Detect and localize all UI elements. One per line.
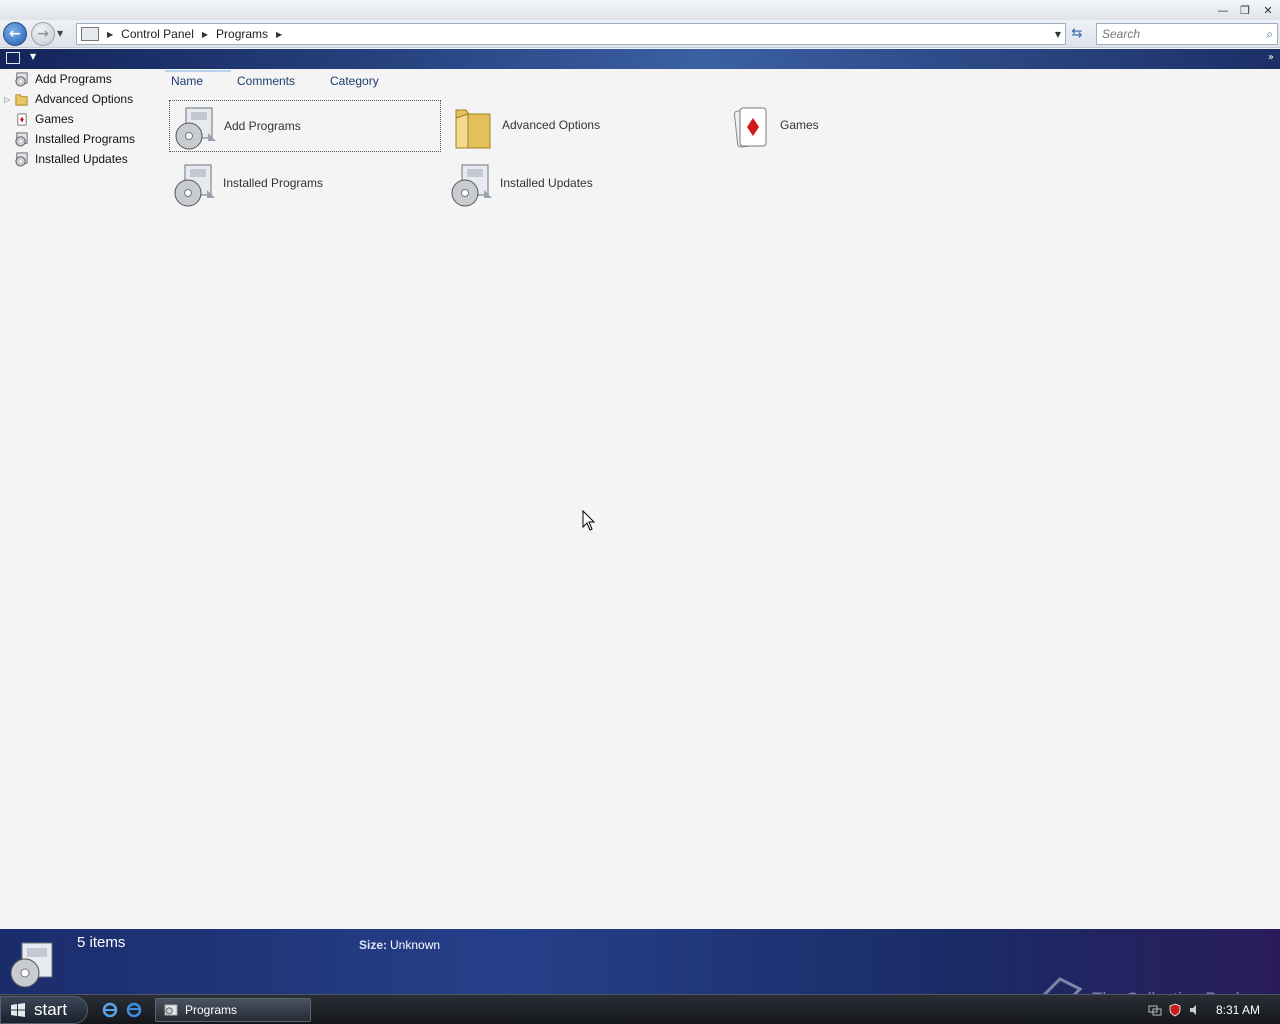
tree-item-label: Advanced Options — [35, 92, 134, 106]
file-item-label: Advanced Options — [502, 118, 601, 132]
column-header-category[interactable]: Category — [330, 74, 379, 88]
chevron-right-icon[interactable]: ▶ — [202, 30, 208, 39]
security-shield-icon[interactable] — [1168, 1003, 1182, 1017]
back-button[interactable]: ← — [3, 22, 27, 46]
chevron-right-icon[interactable]: ▶ — [276, 30, 282, 39]
file-item-advanced-options[interactable]: Advanced Options — [448, 100, 718, 152]
browser-icon[interactable] — [126, 1002, 142, 1018]
installer-icon — [175, 107, 216, 150]
size-label: Size: — [359, 938, 388, 952]
start-label: start — [34, 1000, 68, 1019]
playing-card-icon — [733, 107, 767, 148]
breadcrumb-control-panel[interactable]: Control Panel — [121, 27, 194, 41]
internet-explorer-icon[interactable] — [102, 1002, 118, 1018]
games-icon — [17, 113, 27, 126]
mouse-cursor-icon — [582, 510, 596, 531]
column-header-comments[interactable]: Comments — [237, 74, 295, 88]
system-clock[interactable]: 8:31 AM — [1216, 1003, 1260, 1017]
tree-item-label: Installed Programs — [35, 132, 136, 146]
search-box[interactable]: ⌕ — [1096, 23, 1278, 45]
tree-item-label: Games — [35, 112, 74, 126]
size-value: Unknown — [390, 938, 441, 952]
file-item-installed-updates[interactable]: Installed Updates — [446, 158, 716, 210]
control-panel-icon — [81, 27, 99, 41]
address-bar[interactable]: ▶ Control Panel ▶ Programs ▶ ▼ — [76, 23, 1066, 45]
system-tray — [1148, 1003, 1202, 1017]
start-button[interactable]: start — [0, 996, 88, 1024]
item-count: 5 items — [77, 934, 126, 951]
file-item-add-programs[interactable]: Add Programs — [169, 100, 441, 152]
navigation-pane: Add Programs ▷ Advanced Options Games In… — [0, 69, 160, 929]
window-title-bar: — ❐ ✕ — [0, 0, 1280, 20]
folder-icon — [15, 94, 28, 106]
file-item-label: Installed Programs — [223, 176, 324, 190]
network-icon[interactable] — [1148, 1003, 1162, 1017]
restore-button[interactable]: ❐ — [1234, 2, 1256, 18]
expand-arrow-icon[interactable]: ▷ — [4, 95, 10, 104]
sort-indicator — [165, 70, 231, 72]
folder-icon — [455, 109, 491, 149]
breadcrumb: ▶ Control Panel ▶ Programs ▶ — [99, 24, 290, 44]
minimize-button[interactable]: — — [1212, 2, 1234, 18]
taskbar-programs-label: Programs — [185, 1003, 238, 1017]
more-commands-icon[interactable]: » — [1268, 52, 1274, 63]
tree-item-label: Installed Updates — [35, 152, 128, 166]
chevron-right-icon[interactable]: ▶ — [107, 30, 113, 39]
file-item-label: Games — [780, 118, 819, 132]
volume-icon[interactable] — [1188, 1003, 1202, 1017]
installer-icon — [10, 942, 53, 988]
views-dropdown-icon[interactable]: ▼ — [30, 52, 36, 61]
installer-icon — [15, 132, 28, 147]
windows-logo-icon — [11, 1003, 25, 1017]
search-icon[interactable]: ⌕ — [1266, 27, 1273, 42]
file-item-label: Installed Updates — [500, 176, 593, 190]
tree-item-label: Add Programs — [35, 72, 112, 86]
file-item-label: Add Programs — [224, 119, 301, 133]
breadcrumb-programs[interactable]: Programs — [216, 27, 268, 41]
file-item-installed-programs[interactable]: Installed Programs — [169, 158, 441, 210]
installer-icon — [15, 152, 28, 167]
refresh-icon[interactable]: ⇆ — [1068, 25, 1086, 43]
taskbar: start Programs 8:31 AM — [0, 994, 1280, 1024]
file-item-games[interactable]: Games — [726, 100, 996, 152]
installer-icon — [174, 164, 215, 207]
command-bar: ▼ » — [0, 49, 1280, 69]
address-dropdown-icon[interactable]: ▼ — [1055, 30, 1061, 39]
taskbar-programs-button[interactable]: Programs — [155, 998, 311, 1022]
search-input[interactable] — [1102, 24, 1252, 44]
control-panel-icon — [164, 1004, 178, 1016]
recent-pages-dropdown-icon[interactable]: ▼ — [57, 29, 63, 38]
views-icon[interactable] — [6, 52, 20, 64]
forward-button[interactable]: → — [31, 22, 55, 46]
installer-icon — [451, 164, 492, 207]
installer-icon — [15, 72, 28, 87]
close-button[interactable]: ✕ — [1257, 2, 1279, 18]
address-row: ← → ▼ ▶ Control Panel ▶ Programs ▶ ▼ ⇆ ⌕ — [0, 20, 1280, 48]
column-header-name[interactable]: Name — [171, 74, 203, 88]
